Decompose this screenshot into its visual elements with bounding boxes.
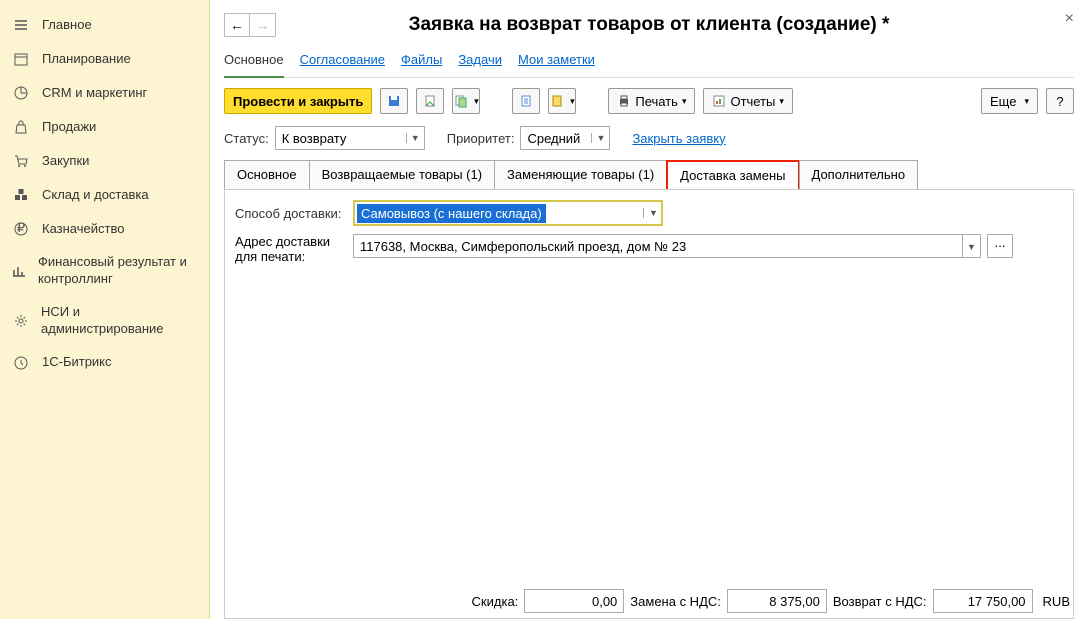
nav-tabs: Основное Согласование Файлы Задачи Мои з…	[224, 40, 1074, 78]
footer-totals: Скидка: Замена с НДС: Возврат с НДС: RUB	[472, 589, 1074, 613]
sidebar-label: НСИ и администрирование	[41, 304, 197, 338]
address-label-2: для печати:	[235, 249, 347, 264]
chevron-down-icon[interactable]: ▼	[406, 133, 424, 143]
return-label: Возврат с НДС:	[833, 594, 927, 609]
cart-icon	[12, 152, 30, 170]
status-value: К возврату	[276, 131, 406, 146]
doc-tabs: Основное Возвращаемые товары (1) Заменяю…	[224, 160, 1074, 190]
sidebar-label: 1С-Битрикс	[42, 354, 112, 371]
bag-icon	[12, 118, 30, 136]
doc-tab-delivery[interactable]: Доставка замены	[666, 160, 799, 189]
sidebar: Главное Планирование CRM и маркетинг Про…	[0, 0, 210, 619]
more-button[interactable]: Еще▾	[981, 88, 1038, 114]
close-button[interactable]: ×	[1065, 10, 1074, 28]
return-input[interactable]	[933, 589, 1033, 613]
address-input[interactable]	[353, 234, 963, 258]
back-button[interactable]: ←	[224, 13, 250, 37]
sidebar-item-admin[interactable]: НСИ и администрирование	[0, 296, 209, 346]
help-button[interactable]: ?	[1046, 88, 1074, 114]
doc-tab-returned[interactable]: Возвращаемые товары (1)	[309, 160, 495, 189]
save-button[interactable]	[380, 88, 408, 114]
print-label: Печать	[635, 94, 678, 109]
sidebar-item-fin[interactable]: Финансовый результат и контроллинг	[0, 246, 209, 296]
delivery-method-select[interactable]: Самовывоз (с нашего склада) ▼	[353, 200, 663, 226]
address-label: Адрес доставки для печати:	[235, 234, 347, 264]
sidebar-label: Планирование	[42, 51, 131, 68]
clock-icon	[12, 354, 30, 372]
sidebar-label: Склад и доставка	[42, 187, 149, 204]
reports-button[interactable]: Отчеты▾	[703, 88, 792, 114]
sidebar-item-crm[interactable]: CRM и маркетинг	[0, 76, 209, 110]
doc-button-1[interactable]	[512, 88, 540, 114]
print-button[interactable]: Печать▾	[608, 88, 695, 114]
reports-label: Отчеты	[730, 94, 775, 109]
gear-icon	[12, 312, 29, 330]
replace-input[interactable]	[727, 589, 827, 613]
chevron-down-icon[interactable]: ▼	[591, 133, 609, 143]
replace-label: Замена с НДС:	[630, 594, 721, 609]
doc-tab-replacing[interactable]: Заменяющие товары (1)	[494, 160, 667, 189]
doc-tab-additional[interactable]: Дополнительно	[799, 160, 919, 189]
priority-select[interactable]: Средний ▼	[520, 126, 610, 150]
sidebar-label: CRM и маркетинг	[42, 85, 147, 102]
priority-label: Приоритет:	[447, 131, 515, 146]
sidebar-item-purchases[interactable]: Закупки	[0, 144, 209, 178]
chevron-down-icon[interactable]: ▼	[963, 234, 981, 258]
delivery-method-value: Самовывоз (с нашего склада)	[357, 204, 546, 223]
doc-button-2[interactable]: ▾	[548, 88, 576, 114]
sidebar-item-treasury[interactable]: ₽ Казначейство	[0, 212, 209, 246]
nav-tab-main[interactable]: Основное	[224, 50, 284, 78]
sidebar-label: Закупки	[42, 153, 89, 170]
chevron-down-icon[interactable]: ▼	[643, 208, 661, 218]
sidebar-item-warehouse[interactable]: Склад и доставка	[0, 178, 209, 212]
priority-value: Средний	[521, 131, 591, 146]
tab-content: Способ доставки: Самовывоз (с нашего скл…	[224, 189, 1074, 619]
main-area: ← → Заявка на возврат товаров от клиента…	[210, 0, 1088, 619]
more-label: Еще	[990, 94, 1016, 109]
forward-button[interactable]: →	[250, 13, 276, 37]
menu-icon	[12, 16, 30, 34]
nav-tab-tasks[interactable]: Задачи	[458, 50, 502, 69]
status-label: Статус:	[224, 131, 269, 146]
sidebar-label: Продажи	[42, 119, 96, 136]
currency-label: RUB	[1043, 594, 1070, 609]
nav-tab-files[interactable]: Файлы	[401, 50, 442, 69]
sidebar-item-sales[interactable]: Продажи	[0, 110, 209, 144]
sidebar-label: Финансовый результат и контроллинг	[38, 254, 197, 288]
discount-label: Скидка:	[472, 594, 519, 609]
coin-icon: ₽	[12, 220, 30, 238]
close-request-link[interactable]: Закрыть заявку	[632, 131, 725, 146]
sidebar-label: Казначейство	[42, 221, 124, 238]
sidebar-label: Главное	[42, 17, 92, 34]
sidebar-item-main[interactable]: Главное	[0, 8, 209, 42]
svg-text:₽: ₽	[17, 222, 25, 235]
doc-tab-main[interactable]: Основное	[224, 160, 310, 189]
post-button[interactable]	[416, 88, 444, 114]
nav-tab-notes[interactable]: Мои заметки	[518, 50, 595, 69]
sidebar-item-planning[interactable]: Планирование	[0, 42, 209, 76]
nav-tab-approval[interactable]: Согласование	[300, 50, 385, 69]
address-dots-button[interactable]: ...	[987, 234, 1013, 258]
pie-icon	[12, 84, 30, 102]
page-title: Заявка на возврат товаров от клиента (со…	[224, 14, 1074, 36]
sidebar-item-bitrix[interactable]: 1С-Битрикс	[0, 346, 209, 380]
create-based-button[interactable]: ▾	[452, 88, 480, 114]
discount-input[interactable]	[524, 589, 624, 613]
delivery-method-label: Способ доставки:	[235, 206, 347, 221]
boxes-icon	[12, 186, 30, 204]
status-select[interactable]: К возврату ▼	[275, 126, 425, 150]
post-and-close-button[interactable]: Провести и закрыть	[224, 88, 372, 114]
chart-icon	[12, 262, 26, 280]
address-label-1: Адрес доставки	[235, 234, 347, 249]
calendar-icon	[12, 50, 30, 68]
